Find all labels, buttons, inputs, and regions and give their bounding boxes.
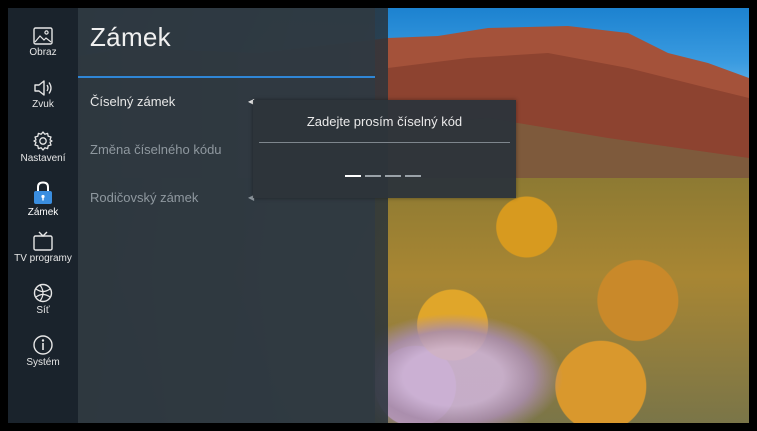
network-globe-icon [33, 283, 53, 303]
sidebar-item-nastaveni[interactable]: Nastavení [8, 130, 78, 164]
sidebar-item-zvuk[interactable]: Zvuk [8, 78, 78, 110]
pin-digit-slot [405, 175, 421, 177]
row-label: Rodičovský zámek [90, 190, 199, 205]
sidebar-item-label: Obraz [29, 47, 57, 58]
dialog-divider [259, 142, 510, 143]
pin-input[interactable] [345, 175, 425, 177]
sidebar-item-label: Nastavení [20, 153, 66, 164]
sidebar-item-label: TV programy [14, 253, 72, 264]
page-title: Zámek [90, 22, 171, 52]
row-label: Změna číselného kódu [90, 142, 222, 157]
lock-settings-panel: Zámek Číselný zámek ◀ Změna číselného kó… [78, 8, 375, 423]
dialog-title: Zadejte prosím číselný kód [306, 114, 463, 129]
sidebar-item-sit[interactable]: Síť [8, 282, 78, 316]
sidebar-item-label: Síť [36, 305, 50, 316]
pin-digit-slot [365, 175, 381, 177]
pin-entry-dialog: Zadejte prosím číselný kód [253, 100, 516, 198]
tv-icon [33, 231, 53, 251]
lock-icon [34, 181, 52, 204]
pin-digit-slot [345, 175, 361, 177]
sidebar: Obraz Zvuk Nastavení Zámek TV programy S… [8, 8, 78, 423]
sidebar-item-obraz[interactable]: Obraz [8, 26, 78, 58]
sidebar-item-system[interactable]: Systém [8, 334, 78, 368]
picture-icon [33, 27, 53, 45]
gear-icon [33, 131, 53, 151]
speaker-icon [34, 80, 52, 96]
sidebar-item-tv-programy[interactable]: TV programy [8, 230, 78, 264]
pin-digit-slot [385, 175, 401, 177]
sidebar-item-zamek[interactable]: Zámek [8, 180, 78, 218]
sidebar-item-label: Zvuk [32, 99, 54, 110]
sidebar-item-label: Zámek [27, 207, 59, 218]
info-icon [33, 335, 53, 355]
row-label: Číselný zámek [90, 94, 176, 109]
tv-screen: Obraz Zvuk Nastavení Zámek TV programy S… [8, 8, 749, 423]
sidebar-item-label: Systém [26, 357, 60, 368]
title-divider [78, 76, 375, 78]
purple-flowers [373, 308, 573, 423]
